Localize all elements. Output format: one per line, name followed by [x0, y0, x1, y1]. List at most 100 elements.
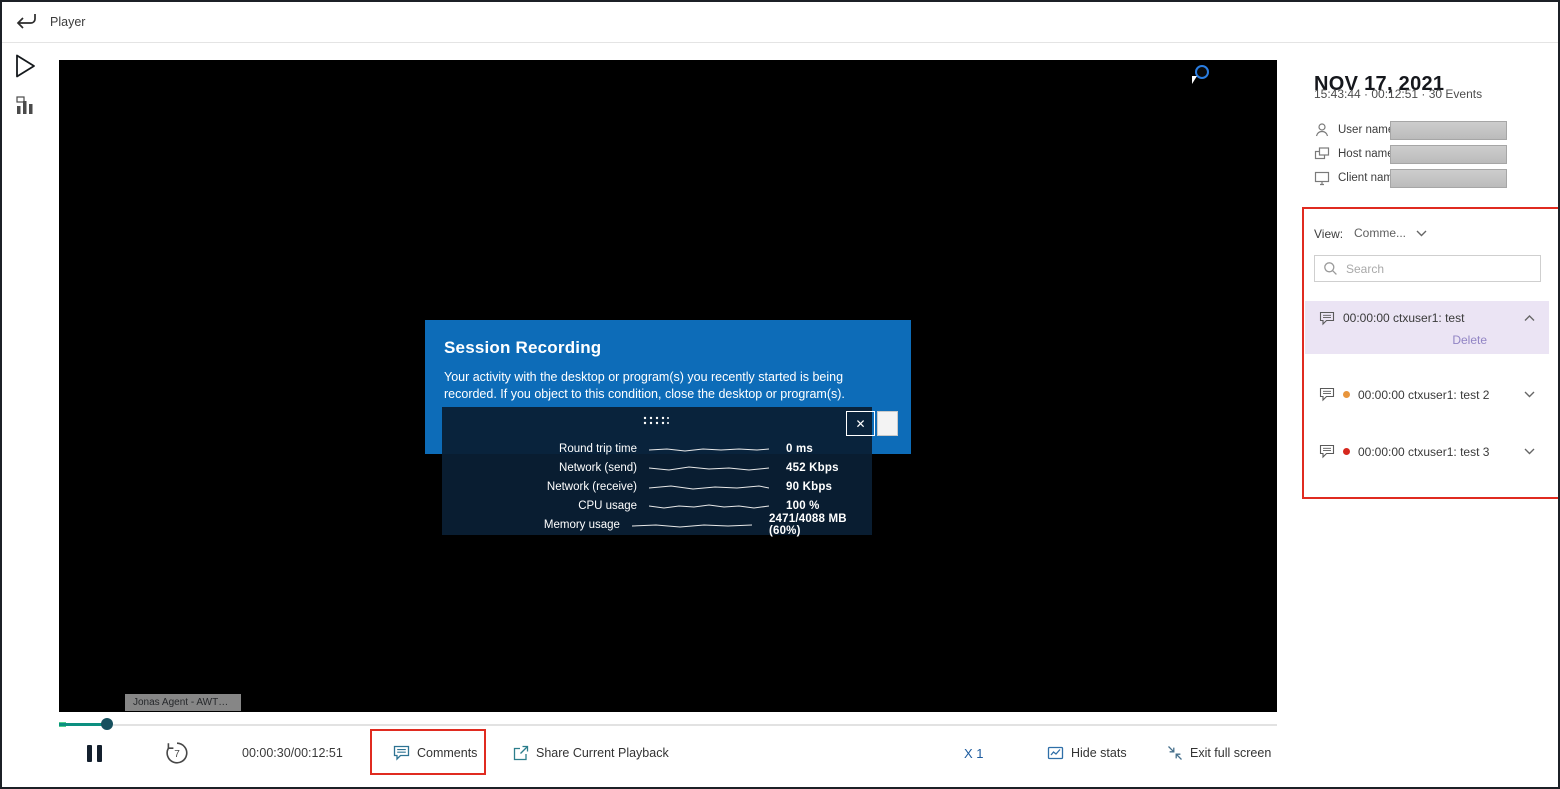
user-icon	[1314, 122, 1330, 138]
time-display: 00:00:30/00:12:51	[242, 746, 343, 760]
chevron-down-icon	[1524, 391, 1535, 398]
cursor-arrow-icon	[1192, 76, 1197, 84]
page-title: Player	[50, 2, 85, 42]
comment-item[interactable]: 00:00:00 ctxuser1: test 3	[1305, 429, 1549, 474]
comment-text: 00:00:00 ctxuser1: test 3	[1358, 445, 1516, 459]
stat-sparkline	[649, 444, 769, 454]
video-viewport[interactable]: Session Recording Your activity with the…	[59, 60, 1277, 712]
session-stats-overlay: ✕ Round trip time 0 ms Network (send) 45…	[442, 407, 872, 535]
speed-label: X 1	[964, 746, 984, 761]
bar-chart-icon	[14, 95, 36, 117]
chevron-down-icon	[1416, 230, 1427, 237]
host-icon	[1314, 146, 1330, 162]
view-filter-value: Comme...	[1354, 226, 1406, 240]
chevron-up-icon	[1524, 315, 1535, 322]
client-name-field: Client name:	[1314, 168, 1507, 188]
comment-bubble-icon	[1319, 311, 1335, 326]
comments-button[interactable]: Comments	[393, 740, 477, 766]
playback-speed-button[interactable]: X 1	[964, 740, 984, 766]
stat-value: 452 Kbps	[786, 462, 839, 474]
share-icon	[512, 745, 529, 761]
comment-row[interactable]: 00:00:00 ctxuser1: test 2	[1305, 372, 1549, 417]
hide-stats-button[interactable]: Hide stats	[1047, 740, 1127, 766]
comment-text: 00:00:00 ctxuser1: test 2	[1358, 388, 1516, 402]
stat-sparkline	[632, 520, 752, 530]
dialog-title: Session Recording	[444, 338, 892, 358]
stat-label: Network (send)	[442, 462, 637, 474]
host-name-redacted-value	[1390, 145, 1507, 164]
pause-icon	[97, 745, 102, 762]
playback-controls: 7 00:00:30/00:12:51 Comments Share Curre…	[59, 731, 1277, 775]
share-current-playback-button[interactable]: Share Current Playback	[512, 740, 669, 766]
agent-taskbar-label: Jonas Agent - AWTSVD...	[125, 694, 241, 711]
comment-bubble-icon	[393, 745, 410, 761]
view-filter-dropdown[interactable]: Comme...	[1354, 226, 1427, 240]
dialog-body: Your activity with the desktop or progra…	[444, 369, 892, 402]
stat-label: Round trip time	[442, 443, 637, 455]
host-name-label: Host name:	[1338, 148, 1390, 160]
stat-value: 2471/4088 MB (60%)	[769, 513, 872, 537]
close-icon: ✕	[855, 418, 865, 430]
back-arrow-icon	[15, 11, 37, 31]
user-name-field: User name:	[1314, 120, 1507, 140]
exit-fullscreen-label: Exit full screen	[1190, 746, 1271, 760]
sidebar-item-statistics[interactable]	[12, 93, 38, 121]
comment-text: 00:00:00 ctxuser1: test	[1343, 311, 1516, 325]
search-input[interactable]	[1344, 261, 1532, 277]
user-name-redacted-value	[1390, 121, 1507, 140]
comments-button-label: Comments	[417, 746, 477, 760]
rewind-7-button[interactable]: 7	[164, 740, 190, 766]
play-icon	[13, 53, 37, 79]
exit-fullscreen-icon	[1167, 745, 1183, 761]
client-name-label: Client name:	[1338, 172, 1390, 184]
client-icon	[1314, 170, 1330, 186]
stat-value: 90 Kbps	[786, 481, 832, 493]
client-name-redacted-value	[1390, 169, 1507, 188]
sidebar-item-playback[interactable]	[12, 53, 38, 81]
drag-handle-icon[interactable]	[643, 416, 669, 425]
stat-label: Network (receive)	[442, 481, 637, 493]
comment-search	[1314, 255, 1541, 282]
share-button-label: Share Current Playback	[536, 746, 669, 760]
hide-stats-label: Hide stats	[1071, 746, 1127, 760]
view-filter-label: View:	[1314, 227, 1343, 241]
user-name-label: User name:	[1338, 124, 1390, 136]
comment-bubble-icon	[1319, 387, 1335, 402]
pause-icon	[87, 745, 92, 762]
stat-label: CPU usage	[442, 500, 637, 512]
comment-row[interactable]: 00:00:00 ctxuser1: test 3	[1305, 429, 1549, 474]
chevron-down-icon	[1524, 448, 1535, 455]
stat-row: Network (send) 452 Kbps	[442, 458, 872, 477]
playhead[interactable]	[101, 718, 113, 730]
exit-fullscreen-button[interactable]: Exit full screen	[1167, 740, 1271, 766]
comment-item[interactable]: 00:00:00 ctxuser1: test 2	[1305, 372, 1549, 417]
session-recording-player-window: Player Session Recording Your activity w…	[0, 0, 1560, 789]
search-icon	[1323, 261, 1338, 276]
overlay-button-remnant	[877, 411, 898, 436]
stat-sparkline	[649, 501, 769, 511]
comment-bubble-icon	[1319, 444, 1335, 459]
svg-text:7: 7	[174, 749, 180, 760]
comment-severity-dot	[1343, 448, 1350, 455]
host-name-field: Host name:	[1314, 144, 1507, 164]
comment-row[interactable]: 00:00:00 ctxuser1: test	[1305, 301, 1549, 335]
left-sidebar	[2, 43, 47, 787]
pause-button[interactable]	[87, 740, 102, 766]
delete-comment-button[interactable]: Delete	[1452, 333, 1487, 347]
comment-item-expanded[interactable]: 00:00:00 ctxuser1: test Delete	[1305, 301, 1549, 354]
comment-severity-dot	[1343, 391, 1350, 398]
back-button[interactable]	[14, 11, 38, 33]
top-bar: Player	[2, 2, 1558, 43]
overlay-close-button[interactable]: ✕	[846, 411, 875, 436]
stat-row: Network (receive) 90 Kbps	[442, 477, 872, 496]
line-chart-icon	[1047, 745, 1064, 761]
progress-bar[interactable]	[59, 716, 1277, 732]
pointer-indicator-icon	[1195, 65, 1209, 79]
progress-remaining-track	[113, 724, 1277, 726]
stat-label: Memory usage	[442, 519, 620, 531]
recording-meta: 15:43:44 · 00:12:51 · 30 Events	[1314, 87, 1482, 101]
stat-value: 100 %	[786, 500, 820, 512]
stat-row: Memory usage 2471/4088 MB (60%)	[442, 515, 872, 534]
stat-sparkline	[649, 463, 769, 473]
rewind-icon: 7	[164, 740, 190, 766]
